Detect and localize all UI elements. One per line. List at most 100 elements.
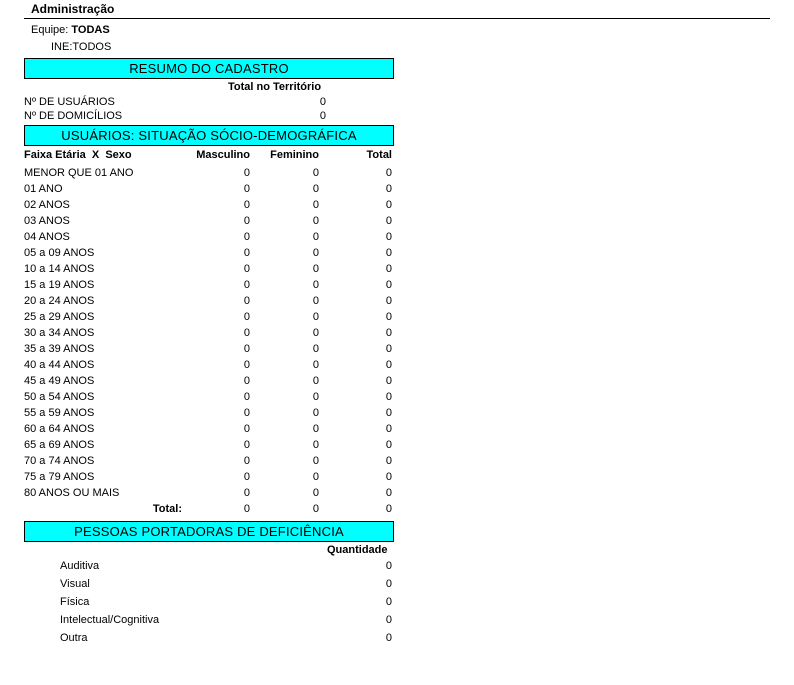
row-label: 20 a 24 ANOS xyxy=(24,295,95,307)
row-label: 25 a 29 ANOS xyxy=(24,311,95,323)
feminino-cell: 0 xyxy=(312,487,319,499)
report-title: Administração xyxy=(31,2,115,16)
masculino-cell: 0 xyxy=(243,215,250,227)
deficiencia-table-body: Auditiva 0 Visual 0 Física 0 Intelectual/Cogni… xyxy=(60,558,392,648)
total-cell: 0 xyxy=(385,199,392,211)
section-header-deficiencia: PESSOAS PORTADORAS DE DEFICIÊNCIA xyxy=(24,521,394,542)
feminino-cell: 0 xyxy=(312,199,319,211)
deficiencia-label: Outra xyxy=(60,632,88,644)
feminino-cell: 0 xyxy=(312,183,319,195)
row-label: MENOR QUE 01 ANO xyxy=(24,167,134,179)
section-header-resumo: RESUMO DO CADASTRO xyxy=(24,58,394,79)
masculino-cell: 0 xyxy=(243,423,250,435)
feminino-cell: 0 xyxy=(312,391,319,403)
deficiencia-value: 0 xyxy=(385,596,392,608)
masculino-cell: 0 xyxy=(243,471,250,483)
masculino-cell: 0 xyxy=(243,295,250,307)
total-row: Total: 0 0 0 xyxy=(24,501,394,517)
masculino-cell: 0 xyxy=(243,327,250,339)
row-label: Nº DE USUÁRIOS xyxy=(24,96,115,108)
filter-equipe: Equipe: TODAS xyxy=(31,24,110,36)
list-item: Auditiva 0 xyxy=(60,558,392,574)
usuarios-table-body: MENOR QUE 01 ANO 0 0 0 01 ANO 0 0 0 02 ANOS 0 0 0 03… xyxy=(24,165,394,517)
total-cell: 0 xyxy=(385,359,392,371)
feminino-cell: 0 xyxy=(312,343,319,355)
row-label: 55 a 59 ANOS xyxy=(24,407,95,419)
masculino-cell: 0 xyxy=(243,247,250,259)
feminino-cell: 0 xyxy=(312,407,319,419)
masculino-cell: 0 xyxy=(243,167,250,179)
row-label: 80 ANOS OU MAIS xyxy=(24,487,120,499)
total-cell: 0 xyxy=(385,167,392,179)
row-label: 70 a 74 ANOS xyxy=(24,455,95,467)
feminino-cell: 0 xyxy=(312,311,319,323)
feminino-cell: 0 xyxy=(312,455,319,467)
equipe-label: Equipe: xyxy=(31,24,69,36)
table-row: 05 a 09 ANOS 0 0 0 xyxy=(24,245,394,261)
feminino-cell: 0 xyxy=(312,503,319,515)
total-cell: 0 xyxy=(385,407,392,419)
feminino-cell: 0 xyxy=(312,247,319,259)
table-row: 70 a 74 ANOS 0 0 0 xyxy=(24,453,394,469)
feminino-cell: 0 xyxy=(312,263,319,275)
masculino-cell: 0 xyxy=(243,279,250,291)
deficiencia-value: 0 xyxy=(385,632,392,644)
feminino-cell: 0 xyxy=(312,279,319,291)
deficiencia-label: Auditiva xyxy=(60,560,100,572)
filter-ine: INE:TODOS xyxy=(51,41,111,53)
masculino-cell: 0 xyxy=(243,487,250,499)
table-row: 15 a 19 ANOS 0 0 0 xyxy=(24,277,394,293)
masculino-cell: 0 xyxy=(243,503,250,515)
row-label: 45 a 49 ANOS xyxy=(24,375,95,387)
title-divider xyxy=(24,18,770,19)
table-row: MENOR QUE 01 ANO 0 0 0 xyxy=(24,165,394,181)
col-header-faixa: Faixa Etária X Sexo xyxy=(24,149,132,161)
col-header-feminino: Feminino xyxy=(270,149,319,161)
masculino-cell: 0 xyxy=(243,407,250,419)
resumo-table: Nº DE USUÁRIOS 0 Nº DE DOMICÍLIOS 0 xyxy=(24,95,330,123)
row-label: 40 a 44 ANOS xyxy=(24,359,95,371)
feminino-cell: 0 xyxy=(312,231,319,243)
feminino-cell: 0 xyxy=(312,295,319,307)
feminino-cell: 0 xyxy=(312,359,319,371)
list-item: Outra 0 xyxy=(60,630,392,646)
table-row: 75 a 79 ANOS 0 0 0 xyxy=(24,469,394,485)
col-header-masculino: Masculino xyxy=(196,149,250,161)
list-item: Visual 0 xyxy=(60,576,392,592)
masculino-cell: 0 xyxy=(243,439,250,451)
row-label: 02 ANOS xyxy=(24,199,70,211)
section-header-usuarios: USUÁRIOS: SITUAÇÃO SÓCIO-DEMOGRÁFICA xyxy=(24,125,394,146)
deficiencia-column-header: Quantidade xyxy=(327,544,388,556)
total-cell: 0 xyxy=(385,471,392,483)
total-cell: 0 xyxy=(385,455,392,467)
row-label: 03 ANOS xyxy=(24,215,70,227)
table-row: 80 ANOS OU MAIS 0 0 0 xyxy=(24,485,394,501)
masculino-cell: 0 xyxy=(243,455,250,467)
row-value: 0 xyxy=(319,110,326,122)
deficiencia-label: Física xyxy=(60,596,90,608)
total-cell: 0 xyxy=(385,263,392,275)
row-label: 01 ANO xyxy=(24,183,63,195)
total-cell: 0 xyxy=(385,279,392,291)
total-cell: 0 xyxy=(385,487,392,499)
usuarios-header-row: Faixa Etária X Sexo Masculino Feminino T… xyxy=(24,149,394,165)
feminino-cell: 0 xyxy=(312,439,319,451)
feminino-cell: 0 xyxy=(312,215,319,227)
feminino-cell: 0 xyxy=(312,423,319,435)
total-cell: 0 xyxy=(385,439,392,451)
masculino-cell: 0 xyxy=(243,391,250,403)
masculino-cell: 0 xyxy=(243,263,250,275)
masculino-cell: 0 xyxy=(243,359,250,371)
total-cell: 0 xyxy=(385,423,392,435)
table-row: Nº DE DOMICÍLIOS 0 xyxy=(24,109,330,123)
total-cell: 0 xyxy=(385,503,392,515)
deficiencia-label: Intelectual/Cognitiva xyxy=(60,614,160,626)
total-cell: 0 xyxy=(385,391,392,403)
row-label: 60 a 64 ANOS xyxy=(24,423,95,435)
table-row: Nº DE USUÁRIOS 0 xyxy=(24,95,330,109)
table-row: 10 a 14 ANOS 0 0 0 xyxy=(24,261,394,277)
total-cell: 0 xyxy=(385,375,392,387)
deficiencia-label: Visual xyxy=(60,578,90,590)
total-cell: 0 xyxy=(385,343,392,355)
row-label: 50 a 54 ANOS xyxy=(24,391,95,403)
